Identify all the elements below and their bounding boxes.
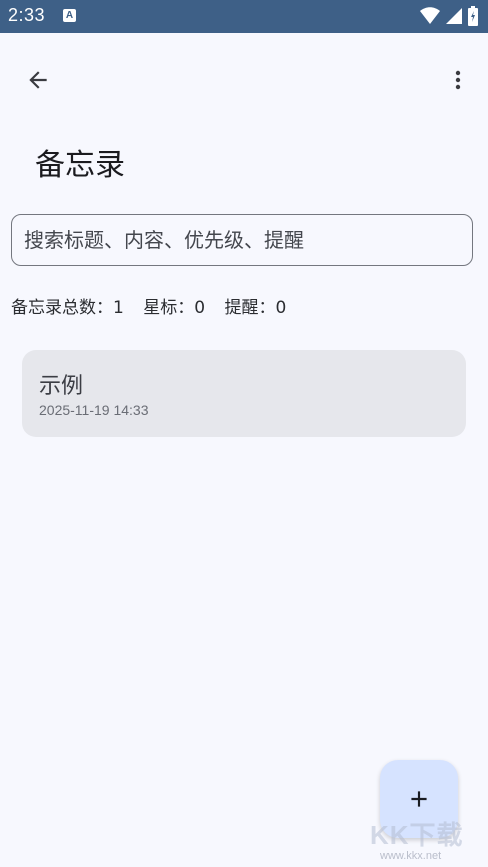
stat-reminder-label: 提醒： bbox=[224, 298, 276, 318]
battery-icon bbox=[468, 6, 478, 26]
add-memo-button[interactable] bbox=[380, 760, 458, 838]
status-bar: 2:33 A bbox=[0, 0, 488, 33]
stat-total-label: 备忘录总数： bbox=[11, 298, 113, 318]
search-input[interactable] bbox=[24, 215, 460, 265]
search-field[interactable] bbox=[11, 214, 473, 266]
stats-row: 备忘录总数：1 星标：0 提醒：0 bbox=[11, 293, 300, 318]
memo-list-item[interactable]: 示例 2025-11-19 14:33 bbox=[22, 350, 466, 437]
stat-starred-value: 0 bbox=[194, 298, 206, 318]
wifi-icon bbox=[420, 7, 440, 24]
watermark-url: www.kkx.net bbox=[380, 850, 442, 862]
memo-title: 示例 bbox=[39, 374, 84, 399]
stat-total: 备忘录总数：1 bbox=[11, 298, 124, 318]
stat-reminder-value: 0 bbox=[275, 298, 287, 318]
more-options-button[interactable] bbox=[436, 58, 480, 102]
page-title: 备忘录 bbox=[35, 148, 125, 183]
more-vert-icon bbox=[455, 70, 461, 90]
add-icon bbox=[411, 791, 427, 807]
signal-icon bbox=[446, 8, 462, 24]
stat-starred-label: 星标： bbox=[143, 298, 195, 318]
arrow-back-icon bbox=[29, 71, 47, 89]
stat-starred: 星标：0 bbox=[143, 298, 205, 318]
stat-total-value: 1 bbox=[113, 298, 124, 318]
status-icons bbox=[420, 6, 478, 26]
status-time: 2:33 bbox=[8, 5, 46, 25]
memo-timestamp: 2025-11-19 14:33 bbox=[39, 402, 149, 418]
stat-reminder: 提醒：0 bbox=[224, 298, 286, 318]
notification-app-icon: A bbox=[63, 9, 76, 22]
back-button[interactable] bbox=[16, 58, 60, 102]
